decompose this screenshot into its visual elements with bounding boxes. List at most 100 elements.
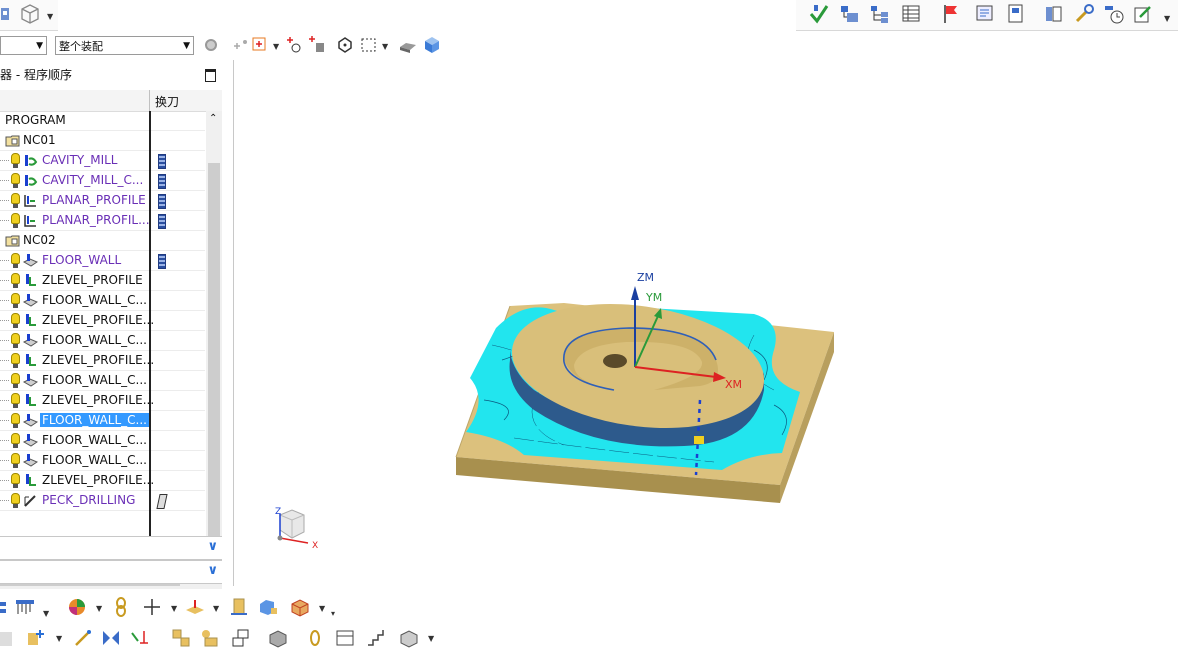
vertical-scrollbar[interactable]: ⌃ ⌄ [206,111,222,572]
shop-doc-icon[interactable] [1043,3,1065,25]
tree-group-row[interactable]: NC02 [0,231,205,251]
operation-row[interactable]: PLANAR_PROFILE [0,191,205,211]
report-icon[interactable] [974,3,996,25]
operation-row[interactable]: FLOOR_WALL [0,251,205,271]
tool-table-icon[interactable] [14,596,36,618]
operation-row[interactable]: ZLEVEL_PROFILE... [0,471,205,491]
time-icon[interactable] [1103,3,1125,25]
solid-body-icon[interactable] [397,34,419,56]
view-orient-icon[interactable] [18,3,40,25]
planar-profile-icon [24,215,36,227]
operation-row[interactable]: FLOOR_WALL_C... [0,331,205,351]
operation-row[interactable]: ZLEVEL_PROFILE... [0,391,205,411]
plane-icon[interactable] [184,596,206,618]
overflow-icon[interactable]: ▾ [331,609,335,618]
chevron-down-icon[interactable]: ▼ [428,634,434,643]
operation-label: ZLEVEL_PROFILE... [42,473,155,487]
tool-change-icon [158,174,166,189]
chevron-down-icon[interactable]: ▼ [96,604,102,613]
zlevel-profile-icon [26,314,36,326]
gear-filter-icon[interactable] [200,34,222,56]
tree-connector [0,400,9,401]
status-bulb-icon [11,373,20,388]
operation-row[interactable]: PECK_DRILLING [0,491,205,511]
chevron-down-icon[interactable]: ▼ [47,12,53,21]
verify-icon[interactable] [808,3,830,25]
color-sphere-icon[interactable] [66,596,88,618]
operation-row[interactable]: FLOOR_WALL_C... [0,431,205,451]
snap-quad-icon[interactable] [306,34,328,56]
chevron-down-icon[interactable]: ▼ [213,604,219,613]
operation-row[interactable]: CAVITY_MILL [0,151,205,171]
tree-connector [0,460,9,461]
column-separator [149,90,150,111]
operation-row[interactable]: FLOOR_WALL_C... [0,371,205,391]
tree-group-row[interactable]: NC01 [0,131,205,151]
type-filter-combo[interactable]: ▼ [0,36,47,55]
chevron-down-icon: ▼ [36,41,43,51]
blank-icon[interactable] [257,596,279,618]
operation-row[interactable]: ZLEVEL_PROFILE... [0,351,205,371]
operation-label: PECK_DRILLING [42,493,136,507]
chevron-down-icon[interactable]: ▼ [273,42,279,51]
navigator-header: 换刀 [0,90,222,112]
edit-icon[interactable] [1132,3,1154,25]
link-icon[interactable] [110,596,132,618]
tree-root[interactable]: PROGRAM [0,111,205,131]
status-bulb-icon [11,333,20,348]
box-wire-icon[interactable] [289,596,311,618]
operation-row[interactable]: FLOOR_WALL_C... [0,451,205,471]
chevron-down-icon[interactable]: ▼ [171,604,177,613]
list-icon[interactable] [900,3,922,25]
snap-intersection-icon[interactable] [250,34,272,56]
operation-label: PLANAR_PROFILE [42,193,146,207]
operation-row[interactable]: ZLEVEL_PROFILE [0,271,205,291]
chevron-up-icon[interactable]: ⌃ [209,113,217,124]
copy-icon[interactable] [0,628,22,650]
document-icon[interactable] [1005,3,1027,25]
program-group-icon [5,235,20,247]
tree-icon[interactable] [869,3,891,25]
chevron-down-icon[interactable]: ∨ [207,563,218,578]
column-header-tool-change[interactable]: 换刀 [155,93,179,110]
operation-label: FLOOR_WALL [42,253,122,267]
status-bulb-icon [11,153,20,168]
details-panel-bar[interactable]: ∨ [0,536,222,560]
status-bulb-icon [11,433,20,448]
scroll-thumb[interactable] [208,163,220,555]
chevron-down-icon[interactable]: ▼ [43,609,49,618]
triad-z-label: Z [275,507,281,517]
snap-arc-icon[interactable] [283,34,305,56]
chevron-down-icon[interactable]: ▼ [319,604,325,613]
assembly-scope-value: 整个装配 [59,40,103,53]
flag-icon[interactable] [940,3,962,25]
maximize-icon[interactable] [205,69,216,82]
operation-row[interactable]: CAVITY_MILL_C... [0,171,205,191]
chevron-down-icon[interactable]: ▼ [382,42,388,51]
dependencies-panel-bar[interactable]: ∨ [0,560,222,584]
zlevel-profile-icon [26,394,36,406]
box-select-icon[interactable] [358,34,380,56]
chevron-down-icon[interactable]: ▼ [56,634,62,643]
plus-icon[interactable] [141,596,163,618]
column-divider [149,111,151,572]
operation-row[interactable]: FLOOR_WALL_C... [0,411,205,431]
operation-row[interactable]: PLANAR_PROFIL... [0,211,205,231]
status-bulb-icon [11,273,20,288]
snap-point-icon[interactable] [230,34,252,56]
operation-row[interactable]: ZLEVEL_PROFILE... [0,311,205,331]
tool-wrench-icon[interactable] [1074,3,1096,25]
operation-row[interactable]: FLOOR_WALL_C... [0,291,205,311]
assembly-scope-combo[interactable]: 整个装配 ▼ [55,36,194,55]
cube-icon[interactable] [421,34,443,56]
view-triad[interactable]: Z X [275,507,318,551]
graphics-viewport[interactable]: ZM YM XM Z X [234,60,1178,590]
chevron-down-icon[interactable]: ▼ [1164,14,1170,23]
generate-icon[interactable] [838,3,860,25]
cylinder-icon[interactable] [228,596,250,618]
tool-change-icon [158,194,166,209]
chevron-down-icon[interactable]: ∨ [207,539,218,554]
hexagon-icon[interactable] [334,34,356,56]
tree-root-label: PROGRAM [5,113,66,127]
axis-label-zm: ZM [637,271,654,284]
